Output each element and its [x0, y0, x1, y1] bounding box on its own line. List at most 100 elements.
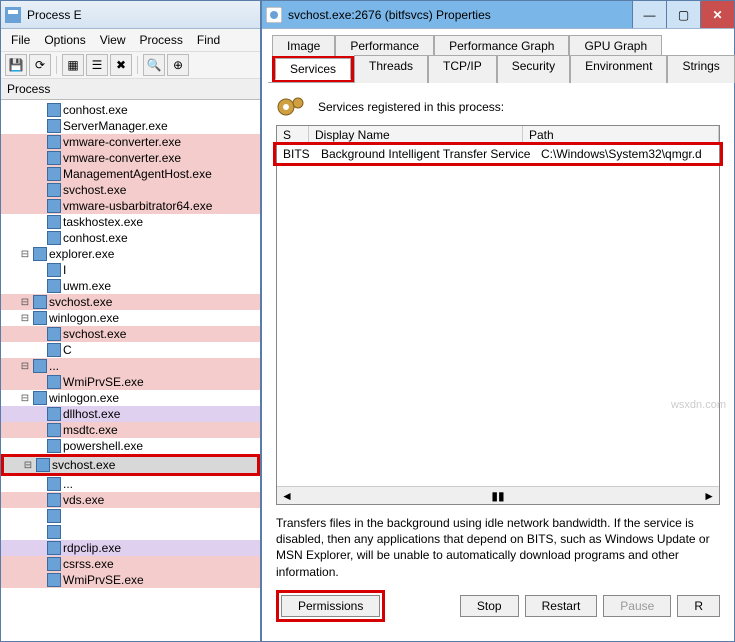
process-row[interactable]: ⊟winlogon.exe — [1, 390, 260, 406]
process-icon — [47, 119, 61, 133]
tab-performance[interactable]: Performance — [335, 35, 434, 56]
expand-toggle[interactable]: ⊟ — [19, 297, 31, 308]
process-row[interactable]: I — [1, 262, 260, 278]
process-row[interactable]: WmiPrvSE.exe — [1, 572, 260, 588]
close-button[interactable]: ✕ — [700, 1, 734, 28]
process-row[interactable]: csrss.exe — [1, 556, 260, 572]
process-row[interactable]: vmware-converter.exe — [1, 150, 260, 166]
process-row[interactable]: ManagementAgentHost.exe — [1, 166, 260, 182]
process-icon — [47, 183, 61, 197]
tab-environment[interactable]: Environment — [570, 55, 667, 83]
process-row[interactable]: ⊟svchost.exe — [4, 457, 257, 473]
prop-tabs: ImagePerformancePerformance GraphGPU Gra… — [268, 33, 728, 83]
col-display-name[interactable]: Display Name — [309, 126, 523, 144]
services-table[interactable]: S Display Name Path BITS Background Inte… — [276, 125, 720, 505]
process-row[interactable]: ⊟explorer.exe — [1, 246, 260, 262]
process-name: winlogon.exe — [49, 311, 119, 325]
process-row[interactable]: vmware-usbarbitrator64.exe — [1, 198, 260, 214]
process-row[interactable]: svchost.exe — [1, 326, 260, 342]
tab-gpu-graph[interactable]: GPU Graph — [569, 35, 662, 56]
scroll-left-icon[interactable]: ◄ — [277, 489, 297, 503]
find-icon[interactable]: 🔍 — [143, 54, 165, 76]
process-row[interactable]: ⊟svchost.exe — [1, 294, 260, 310]
process-icon — [47, 103, 61, 117]
process-name: WmiPrvSE.exe — [63, 375, 144, 389]
process-row[interactable]: WmiPrvSE.exe — [1, 374, 260, 390]
props-icon[interactable]: ☰ — [86, 54, 108, 76]
pe-titlebar[interactable]: Process E — [1, 1, 260, 29]
tab-threads[interactable]: Threads — [354, 55, 428, 83]
maximize-button[interactable]: ▢ — [666, 1, 700, 28]
process-row[interactable]: uwm.exe — [1, 278, 260, 294]
tab-tcp-ip[interactable]: TCP/IP — [428, 55, 497, 83]
process-name: dllhost.exe — [63, 407, 120, 421]
expand-toggle[interactable]: ⊟ — [19, 361, 31, 372]
expand-toggle[interactable]: ⊟ — [22, 460, 34, 471]
prop-titlebar[interactable]: svchost.exe:2676 (bitfsvcs) Properties —… — [262, 1, 734, 29]
process-row[interactable]: vmware-converter.exe — [1, 134, 260, 150]
pause-button[interactable]: Pause — [603, 595, 671, 617]
horizontal-scrollbar[interactable]: ◄ ▮▮ ► — [277, 486, 719, 504]
tab-security[interactable]: Security — [497, 55, 570, 83]
process-row[interactable]: vds.exe — [1, 492, 260, 508]
resume-button[interactable]: R — [677, 595, 720, 617]
process-icon — [47, 423, 61, 437]
process-icon — [33, 295, 47, 309]
process-row[interactable]: powershell.exe — [1, 438, 260, 454]
minimize-button[interactable]: — — [632, 1, 666, 28]
process-name: vmware-converter.exe — [63, 151, 181, 165]
scroll-right-icon[interactable]: ► — [699, 489, 719, 503]
process-row[interactable]: conhost.exe — [1, 230, 260, 246]
target-icon[interactable]: ⊕ — [167, 54, 189, 76]
menu-process[interactable]: Process — [134, 31, 189, 49]
process-row[interactable]: C — [1, 342, 260, 358]
service-row-bits[interactable]: BITS Background Intelligent Transfer Ser… — [277, 145, 719, 163]
tab-image[interactable]: Image — [272, 35, 335, 56]
expand-toggle[interactable]: ⊟ — [19, 313, 31, 324]
process-row[interactable]: dllhost.exe — [1, 406, 260, 422]
process-row[interactable]: taskhostex.exe — [1, 214, 260, 230]
process-row[interactable]: ServerManager.exe — [1, 118, 260, 134]
process-row[interactable]: ... — [1, 476, 260, 492]
kill-icon[interactable]: ✖ — [110, 54, 132, 76]
prop-app-icon — [266, 7, 282, 23]
process-tree[interactable]: conhost.exe ServerManager.exe vmware-con… — [1, 100, 260, 638]
process-row[interactable] — [1, 524, 260, 540]
process-icon — [47, 477, 61, 491]
sys-info-icon[interactable]: ▦ — [62, 54, 84, 76]
cell-path: C:\Windows\System32\qmgr.d — [541, 147, 713, 161]
process-row[interactable]: svchost.exe — [1, 182, 260, 198]
menu-options[interactable]: Options — [38, 31, 91, 49]
process-name: powershell.exe — [63, 439, 143, 453]
process-column-header[interactable]: Process — [1, 79, 260, 100]
service-description: Transfers files in the background using … — [276, 515, 720, 580]
process-icon — [36, 458, 50, 472]
services-table-header[interactable]: S Display Name Path — [277, 126, 719, 145]
process-icon — [47, 151, 61, 165]
tab-strings[interactable]: Strings — [667, 55, 734, 83]
process-row[interactable]: ⊟... — [1, 358, 260, 374]
tab-performance-graph[interactable]: Performance Graph — [434, 35, 569, 56]
pe-menubar: FileOptionsViewProcessFind — [1, 29, 260, 52]
save-icon[interactable]: 💾 — [5, 54, 27, 76]
menu-file[interactable]: File — [5, 31, 36, 49]
process-row[interactable]: rdpclip.exe — [1, 540, 260, 556]
process-row[interactable]: conhost.exe — [1, 102, 260, 118]
tab-services[interactable]: Services — [275, 58, 351, 80]
process-row[interactable]: msdtc.exe — [1, 422, 260, 438]
process-row[interactable]: ⊟ winlogon.exe — [1, 310, 260, 326]
stop-button[interactable]: Stop — [460, 595, 519, 617]
refresh-icon[interactable]: ⟳ — [29, 54, 51, 76]
process-row[interactable] — [1, 508, 260, 524]
menu-find[interactable]: Find — [191, 31, 226, 49]
col-service[interactable]: S — [277, 126, 309, 144]
process-icon — [47, 573, 61, 587]
col-path[interactable]: Path — [523, 126, 719, 144]
process-icon — [47, 279, 61, 293]
cell-svc: BITS — [283, 147, 311, 161]
restart-button[interactable]: Restart — [525, 595, 598, 617]
expand-toggle[interactable]: ⊟ — [19, 393, 31, 404]
expand-toggle[interactable]: ⊟ — [19, 249, 31, 260]
permissions-button[interactable]: Permissions — [281, 595, 380, 617]
menu-view[interactable]: View — [94, 31, 132, 49]
